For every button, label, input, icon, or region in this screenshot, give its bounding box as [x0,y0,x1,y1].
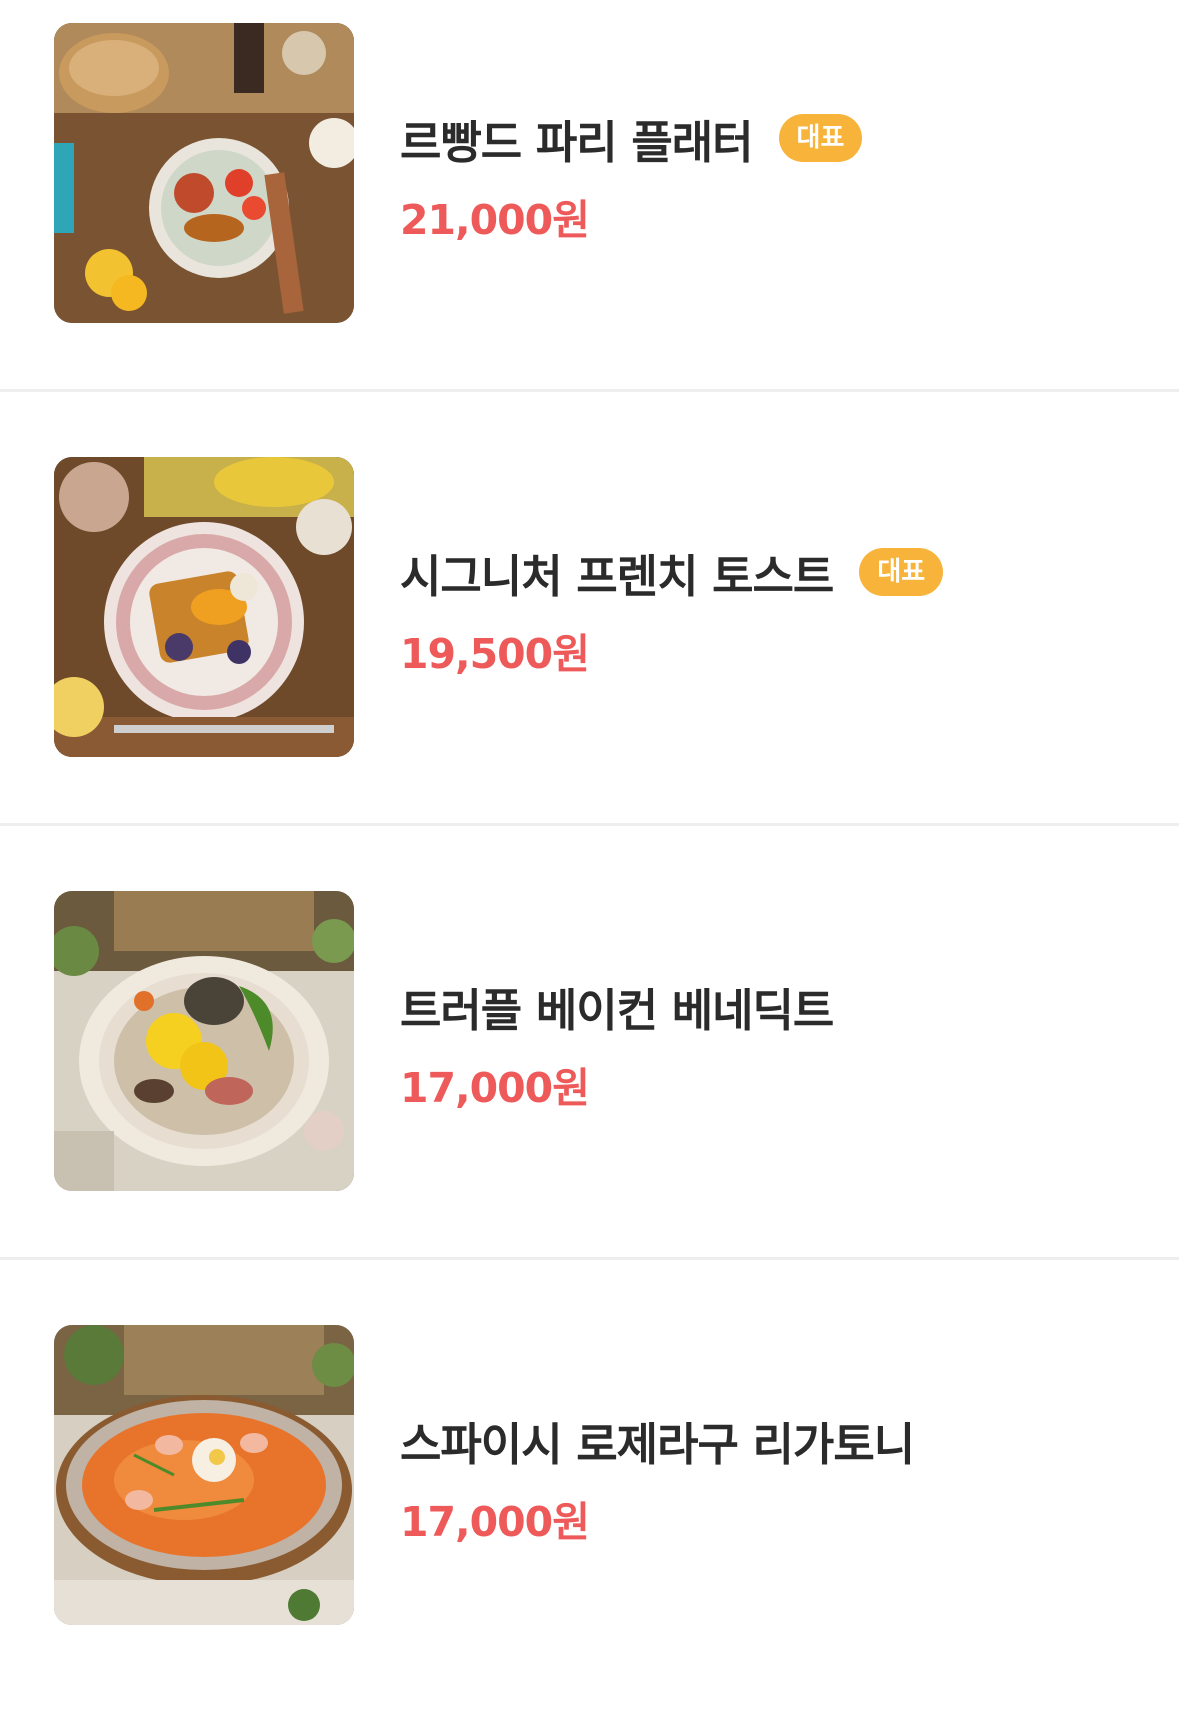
menu-item-image [54,891,354,1191]
menu-item-name: 트러플 베이컨 베네딕트 [400,983,834,1037]
divider [0,389,1179,392]
menu-item-name-row: 스파이시 로제라구 리가토니 [400,1410,915,1471]
menu-item-french-toast[interactable]: 시그니처 프렌치 토스트 대표 19,500원 [0,434,1179,868]
french-toast-photo [54,457,354,757]
menu-item-price: 17,000원 [400,1498,590,1546]
menu-item-image [54,1325,354,1625]
brunch-platter-photo [54,23,354,323]
menu-item-name: 스파이시 로제라구 리가토니 [400,1417,915,1471]
menu-item-image [54,457,354,757]
rigatoni-photo [54,1325,354,1625]
divider [0,1257,1179,1260]
menu-item-price: 19,500원 [400,630,590,678]
menu-item-image [54,23,354,323]
menu-item-rigatoni[interactable]: 스파이시 로제라구 리가토니 17,000원 [0,1302,1179,1736]
divider [0,823,1179,826]
menu-item-name: 르빵드 파리 플래터 [400,115,754,169]
menu-item-price: 21,000원 [400,196,590,244]
menu-item-eggs-benedict[interactable]: 트러플 베이컨 베네딕트 17,000원 [0,868,1179,1302]
menu-item-name: 시그니처 프렌치 토스트 [400,549,834,603]
menu-item-name-row: 트러플 베이컨 베네딕트 [400,976,834,1037]
signature-badge: 대표 [778,114,863,162]
menu-item-bread-platter[interactable]: 르빵드 파리 플래터 대표 21,000원 [0,0,1179,434]
menu-item-name-row: 시그니처 프렌치 토스트 대표 [400,542,944,603]
eggs-benedict-photo [54,891,354,1191]
menu-item-price: 17,000원 [400,1064,590,1112]
signature-badge: 대표 [859,548,944,596]
menu-item-name-row: 르빵드 파리 플래터 대표 [400,108,863,169]
